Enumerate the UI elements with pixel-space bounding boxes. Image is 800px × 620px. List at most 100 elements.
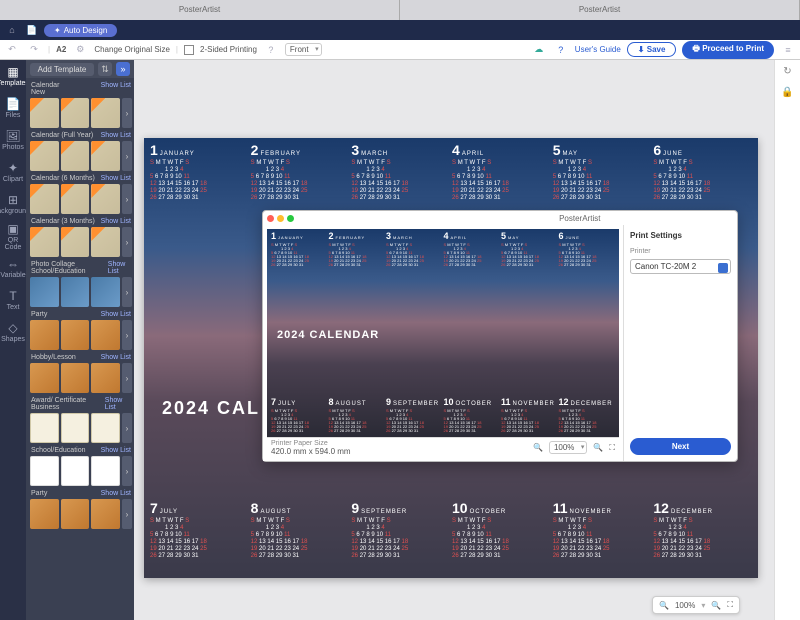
- chevron-right-icon[interactable]: ›: [122, 499, 132, 529]
- template-thumb[interactable]: [61, 98, 90, 128]
- rail-clipart[interactable]: ✦Clipart: [3, 160, 23, 184]
- file-icon[interactable]: 📄: [24, 22, 40, 38]
- template-thumb[interactable]: [30, 456, 59, 486]
- template-thumb[interactable]: [91, 456, 120, 486]
- change-size-link[interactable]: Change Original Size: [94, 45, 170, 54]
- template-thumb[interactable]: [61, 320, 90, 350]
- chevron-right-icon[interactable]: ›: [122, 456, 132, 486]
- template-thumb[interactable]: [30, 98, 59, 128]
- save-button[interactable]: ⬇ Save: [627, 42, 677, 57]
- template-thumb[interactable]: [30, 277, 59, 307]
- template-thumb[interactable]: [91, 141, 120, 171]
- zoom-in-icon[interactable]: 🔍: [711, 601, 721, 610]
- users-guide-link[interactable]: User's Guide: [575, 45, 621, 54]
- rail-qr code[interactable]: ▣QR Code: [3, 224, 23, 248]
- template-thumb[interactable]: [30, 320, 59, 350]
- print-settings-header: Print Settings: [630, 231, 731, 240]
- redo-icon[interactable]: ↷: [26, 42, 42, 58]
- template-thumb[interactable]: [30, 363, 59, 393]
- month-block: 1JANUARYS M T W T F S 1 2 3 4 5 6 7 8 9 …: [271, 231, 328, 269]
- show-list-link[interactable]: Show List: [101, 82, 131, 96]
- template-thumb[interactable]: [61, 499, 90, 529]
- template-thumb[interactable]: [30, 227, 59, 257]
- template-thumb[interactable]: [61, 456, 90, 486]
- zoom-select[interactable]: 100%: [549, 441, 587, 454]
- auto-design-button[interactable]: ✦Auto Design: [44, 24, 117, 37]
- template-thumb[interactable]: [91, 320, 120, 350]
- chevron-right-icon[interactable]: ›: [122, 363, 132, 393]
- template-thumb[interactable]: [61, 277, 90, 307]
- close-icon[interactable]: [267, 215, 274, 222]
- template-thumb[interactable]: [61, 413, 90, 443]
- template-thumb[interactable]: [91, 184, 120, 214]
- month-block: 5MAYS M T W T F S 1 2 3 4 5 6 7 8 9 10 1…: [553, 142, 652, 206]
- show-list-link[interactable]: Show List: [101, 490, 131, 497]
- chevron-right-icon[interactable]: ›: [122, 227, 132, 257]
- template-thumb[interactable]: [61, 184, 90, 214]
- maximize-icon[interactable]: [287, 215, 294, 222]
- zoom-out-icon[interactable]: 🔍: [533, 443, 543, 452]
- template-thumb[interactable]: [61, 141, 90, 171]
- template-thumb[interactable]: [91, 227, 120, 257]
- help-icon[interactable]: ?: [553, 42, 569, 58]
- chevron-right-icon[interactable]: ›: [122, 98, 132, 128]
- show-list-link[interactable]: Show List: [105, 397, 131, 411]
- template-thumb[interactable]: [61, 227, 90, 257]
- chevron-right-icon[interactable]: ›: [122, 277, 132, 307]
- tab[interactable]: PosterArtist: [400, 0, 800, 20]
- template-thumb[interactable]: [91, 98, 120, 128]
- rail-text[interactable]: TText: [3, 288, 23, 312]
- chevron-right-icon[interactable]: ›: [122, 413, 132, 443]
- show-list-link[interactable]: Show List: [101, 447, 131, 454]
- show-list-link[interactable]: Show List: [101, 354, 131, 361]
- rail-backgrounds[interactable]: ⊞Backgrounds: [3, 192, 23, 216]
- undo-icon[interactable]: ↶: [4, 42, 20, 58]
- template-thumb[interactable]: [91, 413, 120, 443]
- expand-icon[interactable]: »: [116, 62, 130, 76]
- zoom-in-icon[interactable]: 🔍: [593, 443, 603, 452]
- resize-icon[interactable]: ⚙: [72, 42, 88, 58]
- month-block: 6JUNES M T W T F S 1 2 3 4 5 6 7 8 9 10 …: [653, 142, 752, 206]
- chevron-right-icon[interactable]: ›: [122, 184, 132, 214]
- fit-icon[interactable]: ⛶: [727, 600, 733, 610]
- template-thumb[interactable]: [30, 141, 59, 171]
- rail-shapes[interactable]: ◇Shapes: [3, 320, 23, 344]
- show-list-link[interactable]: Show List: [101, 218, 131, 225]
- template-thumb[interactable]: [30, 184, 59, 214]
- minimize-icon[interactable]: [277, 215, 284, 222]
- rail-templates[interactable]: ▦Templates: [3, 64, 23, 88]
- filter-icon[interactable]: ⇅: [98, 62, 112, 76]
- month-block: 11NOVEMBERS M T W T F S 1 2 3 4 5 6 7 8 …: [501, 397, 558, 435]
- template-thumb[interactable]: [91, 277, 120, 307]
- orientation-select[interactable]: Front: [285, 43, 322, 56]
- lock-icon[interactable]: 🔒: [781, 87, 793, 98]
- tab[interactable]: PosterArtist: [0, 0, 400, 20]
- help-icon[interactable]: ?: [263, 42, 279, 58]
- template-thumb[interactable]: [30, 499, 59, 529]
- add-template-button[interactable]: Add Template: [30, 63, 94, 76]
- canvas[interactable]: 1JANUARYS M T W T F S 1 2 3 4 5 6 7 8 9 …: [134, 60, 774, 620]
- template-thumb[interactable]: [61, 363, 90, 393]
- show-list-link[interactable]: Show List: [101, 175, 131, 182]
- chevron-right-icon[interactable]: ›: [122, 141, 132, 171]
- cloud-icon[interactable]: ☁: [531, 42, 547, 58]
- template-thumb[interactable]: [91, 363, 120, 393]
- printer-select[interactable]: Canon TC-20M 2: [630, 259, 731, 274]
- chevron-right-icon[interactable]: ›: [122, 320, 132, 350]
- template-thumb[interactable]: [91, 499, 120, 529]
- rail-variable[interactable]: ⇔Variable: [3, 256, 23, 280]
- show-list-link[interactable]: Show List: [101, 311, 131, 318]
- two-sided-checkbox[interactable]: [184, 45, 194, 55]
- rail-files[interactable]: 📄Files: [3, 96, 23, 120]
- proceed-print-button[interactable]: 🖶 Proceed to Print: [682, 41, 774, 59]
- show-list-link[interactable]: Show List: [101, 132, 131, 139]
- fit-icon[interactable]: ⛶: [609, 443, 615, 453]
- zoom-out-icon[interactable]: 🔍: [659, 601, 669, 610]
- next-button[interactable]: Next: [630, 438, 731, 455]
- home-icon[interactable]: ⌂: [4, 22, 20, 38]
- menu-icon[interactable]: ≡: [780, 42, 796, 58]
- show-list-link[interactable]: Show List: [108, 261, 131, 275]
- template-thumb[interactable]: [30, 413, 59, 443]
- rail-photos[interactable]: 🖼Photos: [3, 128, 23, 152]
- sync-icon[interactable]: ↻: [783, 66, 791, 77]
